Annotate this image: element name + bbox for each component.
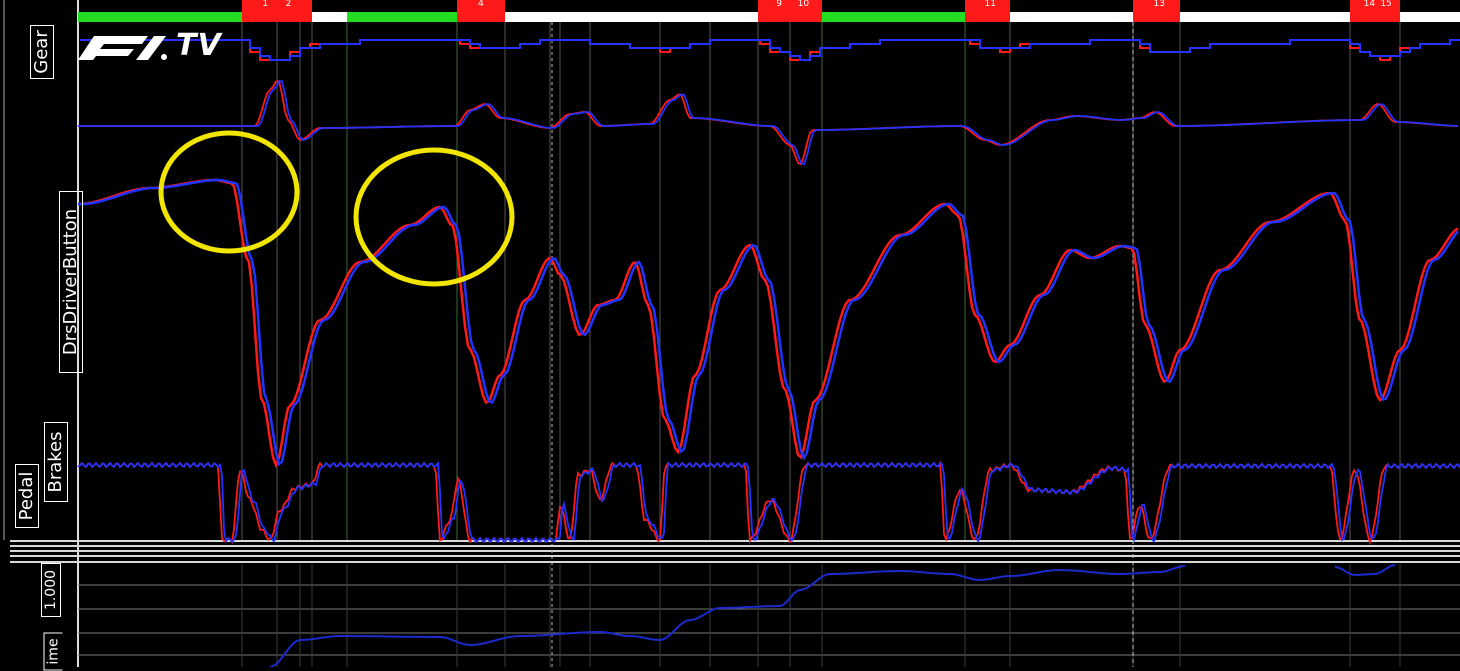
delta-line bbox=[269, 565, 1186, 667]
steer-line-driver-2 bbox=[78, 80, 1459, 166]
sector-segment-1 bbox=[242, 0, 312, 22]
f1-logo-icon bbox=[78, 36, 167, 60]
sector-segment-6 bbox=[758, 0, 822, 22]
f1tv-logo: TV bbox=[76, 28, 228, 63]
time-channel-label: ime bbox=[43, 632, 63, 671]
gear-trace bbox=[80, 39, 1460, 61]
tv-text: TV bbox=[176, 28, 222, 63]
telemetry-chart bbox=[3, 0, 1460, 667]
scale-value-label: 1.000 bbox=[41, 563, 61, 617]
sector-corner-label: 13 bbox=[1153, 0, 1165, 9]
sector-segment-13 bbox=[1400, 12, 1460, 22]
sector-corner-label: 9 bbox=[776, 0, 783, 9]
sector-corner-label: 6 bbox=[603, 0, 609, 9]
sector-corner-label: 10 bbox=[797, 0, 810, 9]
gear-channel-label: Gear bbox=[30, 25, 54, 79]
brakes-channel-label: Brakes bbox=[44, 422, 68, 502]
highlight-circle-2 bbox=[353, 147, 515, 287]
sector-corner-label: 2 bbox=[285, 0, 292, 9]
chart-grid bbox=[3, 0, 1460, 667]
brake-trace bbox=[77, 460, 1460, 545]
sector-segment-9 bbox=[1010, 12, 1133, 22]
sector-corner-label: 11 bbox=[984, 0, 996, 9]
telemetry-app: 1 2 3 4 5 6 7 8 9 10 11 12 13 14 15 TV Gear DrsDriverB… bbox=[0, 0, 1460, 671]
sector-corner-label: 15 bbox=[1380, 0, 1392, 9]
sector-corner-label: 12 bbox=[1068, 0, 1080, 9]
delta-trace bbox=[269, 564, 1396, 667]
sector-corner-label: 3 bbox=[326, 0, 333, 9]
delta-line-segment-2 bbox=[1334, 564, 1396, 577]
sector-segment-5 bbox=[505, 12, 758, 22]
sector-segment-3 bbox=[347, 12, 457, 22]
sector-corner-label: 4 bbox=[478, 0, 484, 9]
sector-corner-label: 8 bbox=[704, 0, 711, 9]
sector-segment-7 bbox=[822, 12, 965, 22]
brake-line-driver-1 bbox=[77, 460, 1460, 545]
sector-segment-2 bbox=[312, 12, 347, 22]
sector-segment-11 bbox=[1180, 12, 1350, 22]
sector-corner-label: 14 bbox=[1363, 0, 1376, 9]
sector-corner-label: 1 bbox=[262, 0, 269, 9]
steering-channel-label bbox=[10, 98, 20, 144]
sector-corner-label: 7 bbox=[653, 0, 660, 9]
drs-channel-label: DrsDriverButton bbox=[59, 191, 83, 373]
pedal-channel-label: Pedal bbox=[15, 464, 39, 528]
sector-segment-0 bbox=[78, 12, 242, 22]
steer-trace bbox=[78, 80, 1459, 166]
sector-corner-label: 5 bbox=[552, 0, 559, 9]
